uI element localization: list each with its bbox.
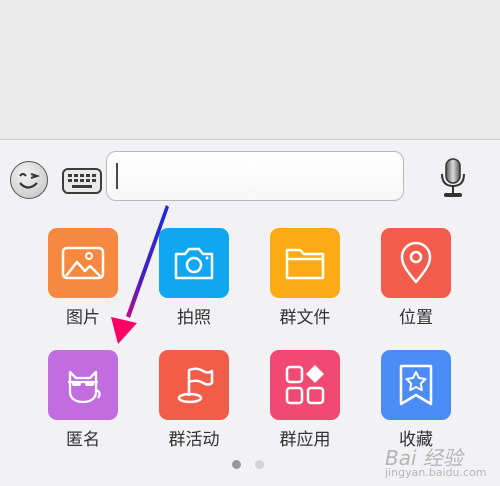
app-favorites[interactable]: 收藏 [361,350,471,450]
cat-mask-icon [68,370,101,404]
app-label: 拍照 [177,308,211,328]
app-label: 图片 [66,308,100,328]
app-tile[interactable] [159,350,229,420]
flag-icon [177,367,214,404]
chat-message-area [0,0,500,139]
app-images[interactable]: 图片 [28,228,138,328]
app-camera[interactable]: 拍照 [139,228,249,328]
app-tile[interactable] [48,228,118,298]
message-input[interactable] [106,151,404,201]
app-label: 群文件 [279,308,331,328]
app-tile[interactable] [381,350,451,420]
microphone-icon [441,158,465,197]
watermark-url: jingyan.baidu.com [385,466,487,479]
app-label: 群应用 [279,430,331,450]
text-cursor [116,163,118,189]
image-icon [61,246,105,280]
location-pin-icon [400,241,432,284]
bookmark-star-icon [399,364,433,406]
emoji-button[interactable] [10,161,48,199]
app-anonymous[interactable]: 匿名 [28,350,138,450]
voice-button[interactable] [438,157,468,199]
app-label: 匿名 [66,430,100,450]
app-tile[interactable] [381,228,451,298]
app-label: 位置 [399,308,433,328]
app-group-activity[interactable]: 群活动 [139,350,249,450]
app-tile[interactable] [159,228,229,298]
smiley-face-icon [19,173,41,189]
camera-icon [174,247,214,280]
folder-icon [285,248,325,280]
app-group-files[interactable]: 群文件 [250,228,360,328]
apps-grid-icon [285,365,325,405]
app-location[interactable]: 位置 [361,228,471,328]
keyboard-button[interactable] [62,167,102,195]
page-dot[interactable] [255,460,264,469]
keyboard-icon [62,168,102,194]
app-tile[interactable] [270,228,340,298]
app-tile[interactable] [48,350,118,420]
app-label: 群活动 [168,430,220,450]
page-indicator[interactable] [226,460,270,470]
page-dot-active[interactable] [232,460,241,469]
app-tile[interactable] [270,350,340,420]
app-group-apps[interactable]: 群应用 [250,350,360,450]
